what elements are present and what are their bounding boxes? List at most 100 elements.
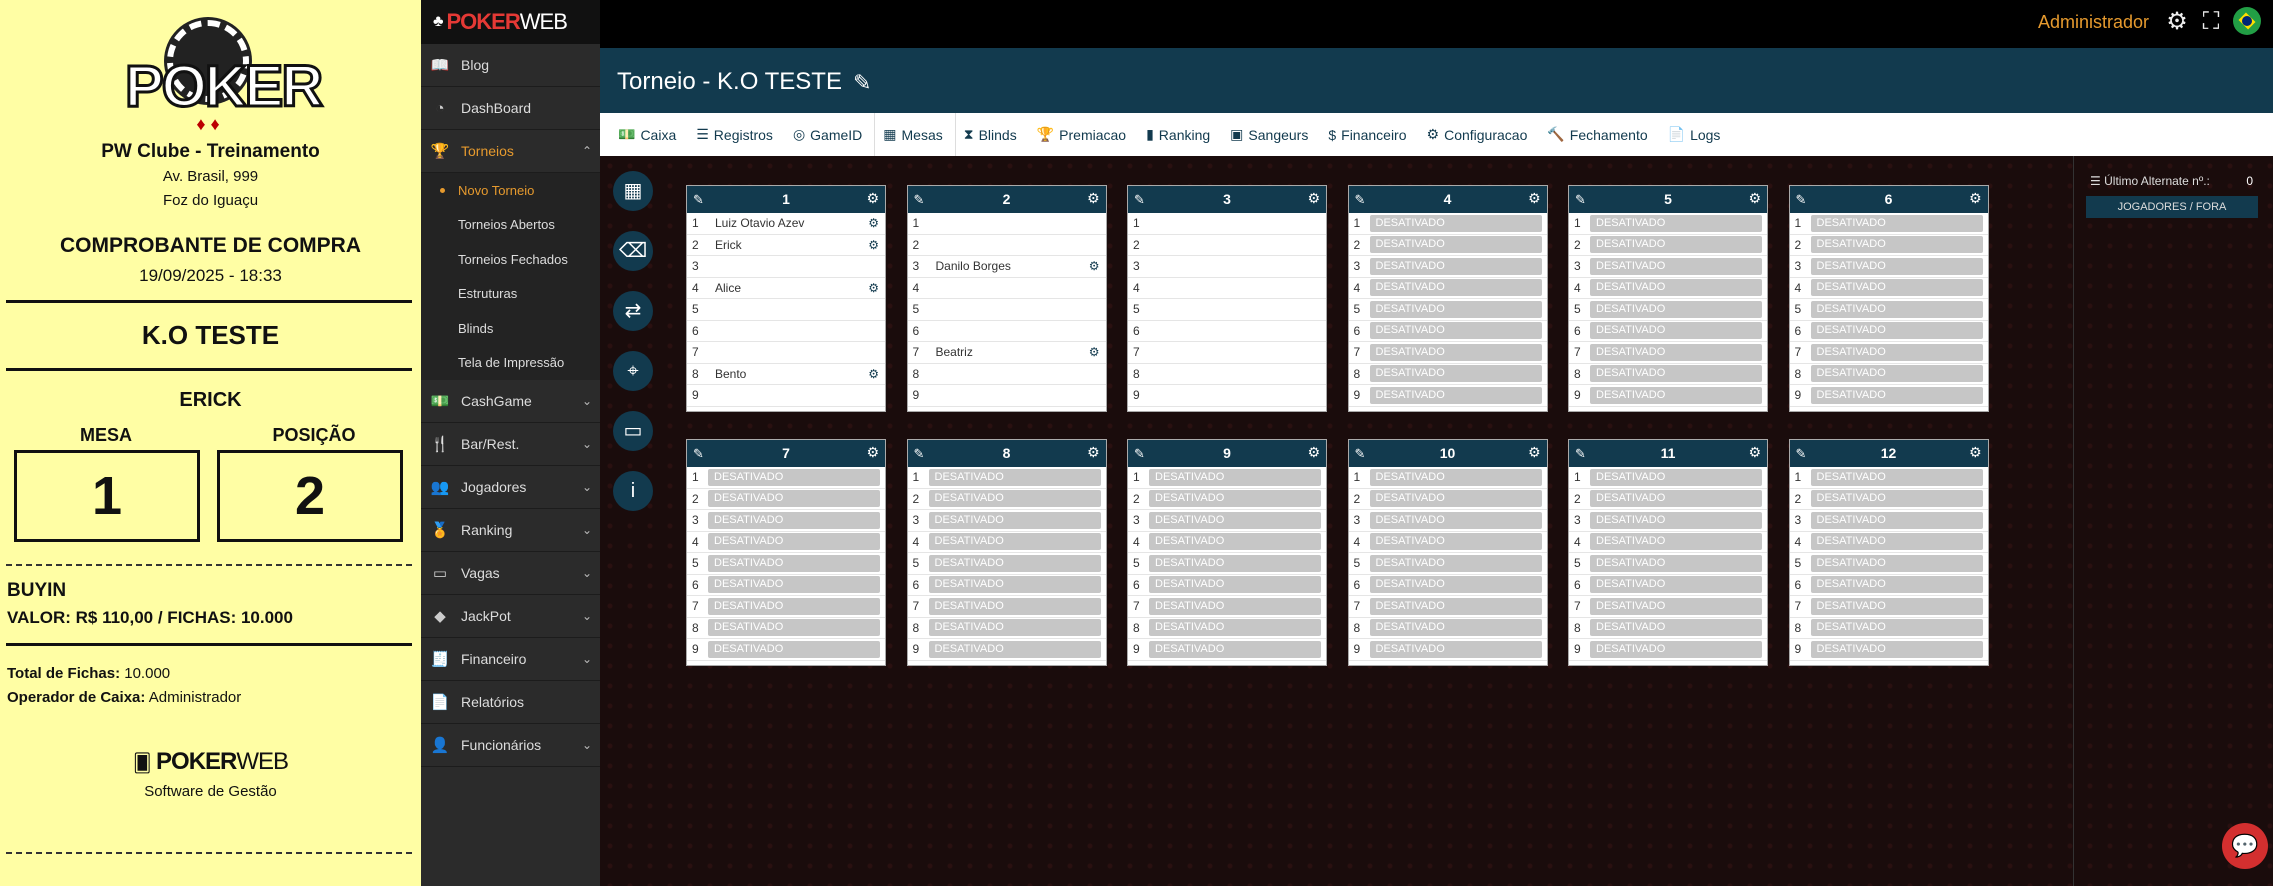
table-seat[interactable]: 1 DESATIVADO bbox=[1569, 467, 1767, 489]
table-seat[interactable]: 2 bbox=[907, 235, 1106, 256]
table-seat[interactable]: 3 bbox=[687, 256, 885, 278]
table-seat[interactable]: 7 DESATIVADO bbox=[1569, 596, 1767, 618]
table-seat[interactable]: 5 bbox=[687, 299, 885, 321]
table-seat[interactable]: 5 DESATIVADO bbox=[1348, 299, 1547, 321]
table-seat[interactable]: 1 DESATIVADO bbox=[1789, 467, 1988, 489]
table-seat[interactable]: 3 DESATIVADO bbox=[1569, 256, 1767, 278]
sidebar-item-funcion-rios[interactable]: 👤 Funcionários ⌄ bbox=[421, 724, 600, 767]
table-seat[interactable]: 9 DESATIVADO bbox=[907, 639, 1106, 661]
sidebar-item-vagas[interactable]: ▭ Vagas ⌄ bbox=[421, 552, 600, 595]
chat-icon[interactable]: 💬 bbox=[2222, 823, 2268, 869]
table-seat[interactable]: 9 bbox=[1128, 385, 1326, 407]
table-seat[interactable]: 7 DESATIVADO bbox=[1789, 596, 1988, 618]
table-seat[interactable]: 3 DESATIVADO bbox=[1569, 510, 1767, 532]
table-seat[interactable]: 5 DESATIVADO bbox=[1569, 299, 1767, 321]
table-seat[interactable]: 2 DESATIVADO bbox=[1789, 235, 1988, 256]
table-seat[interactable]: 8 Bento ⚙ bbox=[687, 364, 885, 385]
table-seat[interactable]: 7 Beatriz ⚙ bbox=[907, 342, 1106, 364]
tab-configuracao[interactable]: ⚙ Configuracao bbox=[1419, 113, 1540, 156]
table-seat[interactable]: 3 DESATIVADO bbox=[1789, 510, 1988, 532]
table-seat[interactable]: 2 DESATIVADO bbox=[687, 489, 885, 510]
table-seat[interactable]: 4 DESATIVADO bbox=[1789, 532, 1988, 553]
table-seat[interactable]: 7 bbox=[687, 342, 885, 364]
gear-icon[interactable]: ⚙ bbox=[1089, 345, 1100, 359]
table-seat[interactable]: 6 DESATIVADO bbox=[687, 575, 885, 596]
table-seat[interactable]: 5 DESATIVADO bbox=[1348, 553, 1547, 575]
table-seat[interactable]: 9 DESATIVADO bbox=[1348, 385, 1547, 407]
table-seat[interactable]: 7 DESATIVADO bbox=[687, 596, 885, 618]
table-seat[interactable]: 9 DESATIVADO bbox=[1569, 385, 1767, 407]
table-seat[interactable]: 3 Danilo Borges ⚙ bbox=[907, 256, 1106, 278]
table-seat[interactable]: 7 DESATIVADO bbox=[907, 596, 1106, 618]
table-seat[interactable]: 8 DESATIVADO bbox=[687, 618, 885, 639]
table-seat[interactable]: 6 DESATIVADO bbox=[1569, 575, 1767, 596]
table-seat[interactable]: 9 bbox=[907, 385, 1106, 407]
table-seat[interactable]: 1 DESATIVADO bbox=[907, 467, 1106, 489]
table-seat[interactable]: 4 DESATIVADO bbox=[907, 532, 1106, 553]
brand-logo[interactable]: ♣ POKER WEB bbox=[421, 0, 600, 44]
sidebar-item-dashboard[interactable]: ◔ DashBoard bbox=[421, 87, 600, 130]
table-seat[interactable]: 6 DESATIVADO bbox=[1789, 575, 1988, 596]
table-seat[interactable]: 3 bbox=[1128, 256, 1326, 278]
sidebar-subitem[interactable]: Tela de Impressão bbox=[421, 345, 600, 380]
table-seat[interactable]: 8 bbox=[907, 364, 1106, 385]
table-seat[interactable]: 4 bbox=[1128, 278, 1326, 299]
table-seat[interactable]: 5 DESATIVADO bbox=[1128, 553, 1326, 575]
table-seat[interactable]: 3 DESATIVADO bbox=[1348, 256, 1547, 278]
user-menu[interactable]: Administrador bbox=[2038, 12, 2149, 33]
sidebar-subitem[interactable]: Estruturas bbox=[421, 276, 600, 311]
table-seat[interactable]: 8 bbox=[1128, 364, 1326, 385]
sidebar-subitem[interactable]: Torneios Abertos bbox=[421, 207, 600, 242]
tab-financeiro[interactable]: $ Financeiro bbox=[1320, 113, 1418, 156]
sidebar-item-jackpot[interactable]: ◆ JackPot ⌄ bbox=[421, 595, 600, 638]
players-out-button[interactable]: JOGADORES / FORA bbox=[2086, 196, 2258, 218]
table-seat[interactable]: 1 bbox=[907, 213, 1106, 235]
sidebar-item-cashgame[interactable]: 💵 CashGame ⌄ bbox=[421, 380, 600, 423]
sidebar-item-financeiro[interactable]: 🧾 Financeiro ⌄ bbox=[421, 638, 600, 681]
table-seat[interactable]: 8 DESATIVADO bbox=[1569, 618, 1767, 639]
table-seat[interactable]: 9 bbox=[687, 385, 885, 407]
table-seat[interactable]: 1 Luiz Otavio Azev ⚙ bbox=[687, 213, 885, 235]
sidebar-item-torneios[interactable]: 🏆 Torneios ⌃ bbox=[421, 130, 600, 173]
table-seat[interactable]: 8 DESATIVADO bbox=[1789, 364, 1988, 385]
table-seat[interactable]: 9 DESATIVADO bbox=[1789, 639, 1988, 661]
table-seat[interactable]: 4 Alice ⚙ bbox=[687, 278, 885, 299]
table-seat[interactable]: 3 DESATIVADO bbox=[687, 510, 885, 532]
table-seat[interactable]: 5 bbox=[1128, 299, 1326, 321]
gear-icon[interactable]: ⚙ bbox=[1969, 190, 1982, 207]
edit-icon[interactable]: ✎ bbox=[853, 70, 871, 96]
table-seat[interactable]: 4 DESATIVADO bbox=[1569, 278, 1767, 299]
table-seat[interactable]: 2 DESATIVADO bbox=[1789, 489, 1988, 510]
tab-mesas[interactable]: ▦ Mesas bbox=[874, 113, 956, 156]
gear-icon[interactable]: ⚙ bbox=[866, 190, 879, 207]
tab-sangeurs[interactable]: ▣ Sangeurs bbox=[1222, 113, 1320, 156]
gear-icon[interactable]: ⚙ bbox=[1307, 444, 1320, 461]
tab-fechamento[interactable]: 🔨 Fechamento bbox=[1539, 113, 1659, 156]
table-seat[interactable]: 5 bbox=[907, 299, 1106, 321]
table-seat[interactable]: 2 bbox=[1128, 235, 1326, 256]
table-seat[interactable]: 9 DESATIVADO bbox=[687, 639, 885, 661]
tab-blinds[interactable]: ⧗ Blinds bbox=[956, 113, 1029, 156]
table-seat[interactable]: 5 DESATIVADO bbox=[907, 553, 1106, 575]
sidebar-subitem[interactable]: Torneios Fechados bbox=[421, 242, 600, 277]
table-seat[interactable]: 6 bbox=[687, 321, 885, 342]
table-seat[interactable]: 5 DESATIVADO bbox=[687, 553, 885, 575]
table-seat[interactable]: 1 DESATIVADO bbox=[687, 467, 885, 489]
gear-icon[interactable]: ⚙ bbox=[866, 444, 879, 461]
table-seat[interactable]: 2 Erick ⚙ bbox=[687, 235, 885, 256]
table-seat[interactable]: 3 DESATIVADO bbox=[907, 510, 1106, 532]
sidebar-subitem[interactable]: Novo Torneio bbox=[421, 173, 600, 208]
fullscreen-icon[interactable]: ⛶ bbox=[2197, 8, 2225, 36]
tab-gameid[interactable]: ◎ GameID bbox=[785, 113, 874, 156]
grid-view-icon[interactable]: ▦ bbox=[613, 171, 653, 211]
tab-caixa[interactable]: 💵 Caixa bbox=[610, 113, 688, 156]
table-seat[interactable]: 3 DESATIVADO bbox=[1128, 510, 1326, 532]
table-seat[interactable]: 9 DESATIVADO bbox=[1128, 639, 1326, 661]
sidebar-item-ranking[interactable]: 🏅 Ranking ⌄ bbox=[421, 509, 600, 552]
table-seat[interactable]: 5 DESATIVADO bbox=[1789, 299, 1988, 321]
gear-icon[interactable]: ⚙ bbox=[1087, 444, 1100, 461]
table-seat[interactable]: 6 DESATIVADO bbox=[907, 575, 1106, 596]
gear-icon[interactable]: ⚙ bbox=[1307, 190, 1320, 207]
table-seat[interactable]: 3 DESATIVADO bbox=[1789, 256, 1988, 278]
swap-icon[interactable]: ⇄ bbox=[613, 291, 653, 331]
